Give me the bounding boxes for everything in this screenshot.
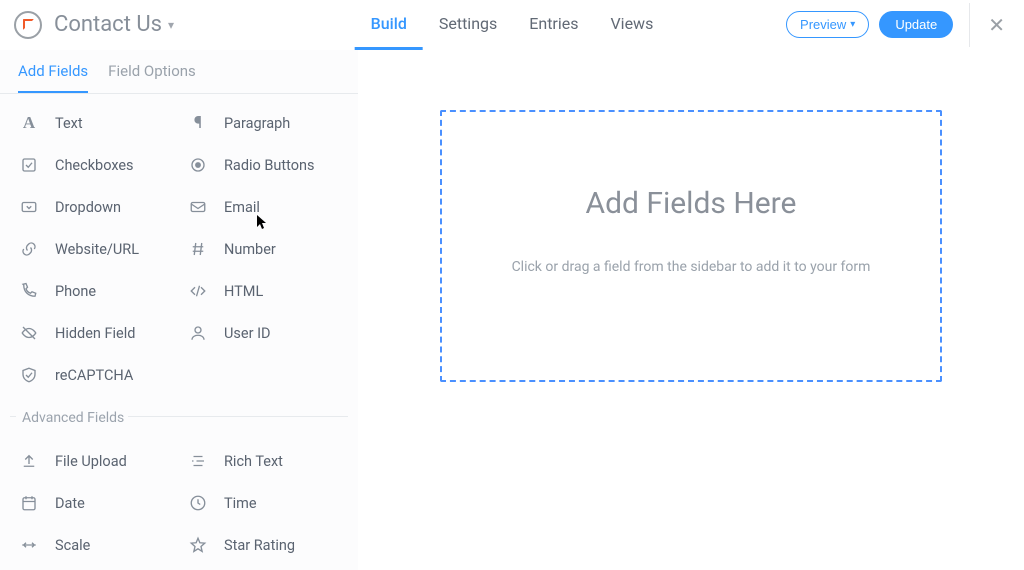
radio-icon bbox=[187, 154, 209, 176]
field-label: Number bbox=[224, 241, 276, 258]
phone-icon bbox=[18, 280, 40, 302]
user-icon bbox=[187, 322, 209, 344]
top-nav: Build Settings Entries Views bbox=[355, 0, 670, 50]
eye-off-icon bbox=[18, 322, 40, 344]
checkbox-icon bbox=[18, 154, 40, 176]
divider bbox=[969, 3, 970, 47]
field-label: Text bbox=[55, 115, 83, 132]
field-label: Dropdown bbox=[55, 199, 121, 216]
field-rich-text[interactable]: Rich Text bbox=[179, 440, 348, 482]
dropzone[interactable]: Add Fields Here Click or drag a field fr… bbox=[440, 110, 942, 382]
field-label: User ID bbox=[224, 325, 271, 342]
sidebar-tab-field-options[interactable]: Field Options bbox=[108, 50, 196, 93]
chevron-down-icon: ▾ bbox=[168, 18, 174, 32]
dropzone-title: Add Fields Here bbox=[586, 186, 797, 221]
sidebar-tab-add-fields[interactable]: Add Fields bbox=[18, 50, 88, 93]
email-icon bbox=[187, 196, 209, 218]
field-userid[interactable]: User ID bbox=[179, 312, 348, 354]
field-checkboxes[interactable]: Checkboxes bbox=[10, 144, 179, 186]
text-icon: A bbox=[18, 112, 40, 134]
field-radio[interactable]: Radio Buttons bbox=[179, 144, 348, 186]
dropzone-subtitle: Click or drag a field from the sidebar t… bbox=[512, 259, 871, 275]
tab-settings[interactable]: Settings bbox=[423, 0, 513, 50]
field-text[interactable]: A Text bbox=[10, 102, 179, 144]
field-phone[interactable]: Phone bbox=[10, 270, 179, 312]
field-label: Scale bbox=[55, 537, 90, 554]
field-paragraph[interactable]: ¶ Paragraph bbox=[179, 102, 348, 144]
field-label: Paragraph bbox=[224, 115, 290, 132]
star-icon bbox=[187, 534, 209, 556]
richtext-icon bbox=[187, 450, 209, 472]
section-advanced: Advanced Fields bbox=[0, 400, 358, 432]
field-scale[interactable]: Scale bbox=[10, 524, 179, 566]
chevron-down-icon: ▾ bbox=[850, 19, 855, 30]
field-label: Hidden Field bbox=[55, 325, 135, 342]
field-label: Radio Buttons bbox=[224, 157, 315, 174]
field-label: Phone bbox=[55, 283, 96, 300]
field-email[interactable]: Email bbox=[179, 186, 348, 228]
field-date[interactable]: Date bbox=[10, 482, 179, 524]
field-label: File Upload bbox=[55, 453, 127, 470]
paragraph-icon: ¶ bbox=[187, 112, 209, 134]
field-label: Email bbox=[224, 199, 260, 216]
field-label: Time bbox=[224, 495, 257, 512]
calendar-icon bbox=[18, 492, 40, 514]
tab-entries[interactable]: Entries bbox=[513, 0, 594, 50]
field-label: Star Rating bbox=[224, 537, 295, 554]
field-label: reCAPTCHA bbox=[55, 367, 133, 384]
link-icon bbox=[18, 238, 40, 260]
field-star-rating[interactable]: Star Rating bbox=[179, 524, 348, 566]
dropdown-icon bbox=[18, 196, 40, 218]
field-label: Rich Text bbox=[224, 453, 283, 470]
field-time[interactable]: Time bbox=[179, 482, 348, 524]
tab-views[interactable]: Views bbox=[594, 0, 669, 50]
hash-icon bbox=[187, 238, 209, 260]
close-icon[interactable]: ✕ bbox=[984, 9, 1009, 41]
field-label: Date bbox=[55, 495, 85, 512]
field-label: Checkboxes bbox=[55, 157, 134, 174]
form-name-dropdown[interactable]: Contact Us ▾ bbox=[54, 12, 174, 37]
clock-icon bbox=[187, 492, 209, 514]
field-number[interactable]: Number bbox=[179, 228, 348, 270]
field-website[interactable]: Website/URL bbox=[10, 228, 179, 270]
field-recaptcha[interactable]: reCAPTCHA bbox=[10, 354, 179, 396]
upload-icon bbox=[18, 450, 40, 472]
field-label: Website/URL bbox=[55, 241, 139, 258]
preview-label: Preview bbox=[800, 17, 846, 32]
scale-icon bbox=[18, 534, 40, 556]
shield-icon bbox=[18, 364, 40, 386]
update-button[interactable]: Update bbox=[879, 11, 953, 38]
tab-build[interactable]: Build bbox=[355, 0, 423, 50]
field-label: HTML bbox=[224, 283, 263, 300]
field-hidden[interactable]: Hidden Field bbox=[10, 312, 179, 354]
form-name-text: Contact Us bbox=[54, 12, 162, 37]
field-dropdown[interactable]: Dropdown bbox=[10, 186, 179, 228]
field-html[interactable]: HTML bbox=[179, 270, 348, 312]
logo-icon bbox=[14, 11, 42, 39]
code-icon bbox=[187, 280, 209, 302]
field-file-upload[interactable]: File Upload bbox=[10, 440, 179, 482]
preview-button[interactable]: Preview ▾ bbox=[786, 11, 869, 38]
